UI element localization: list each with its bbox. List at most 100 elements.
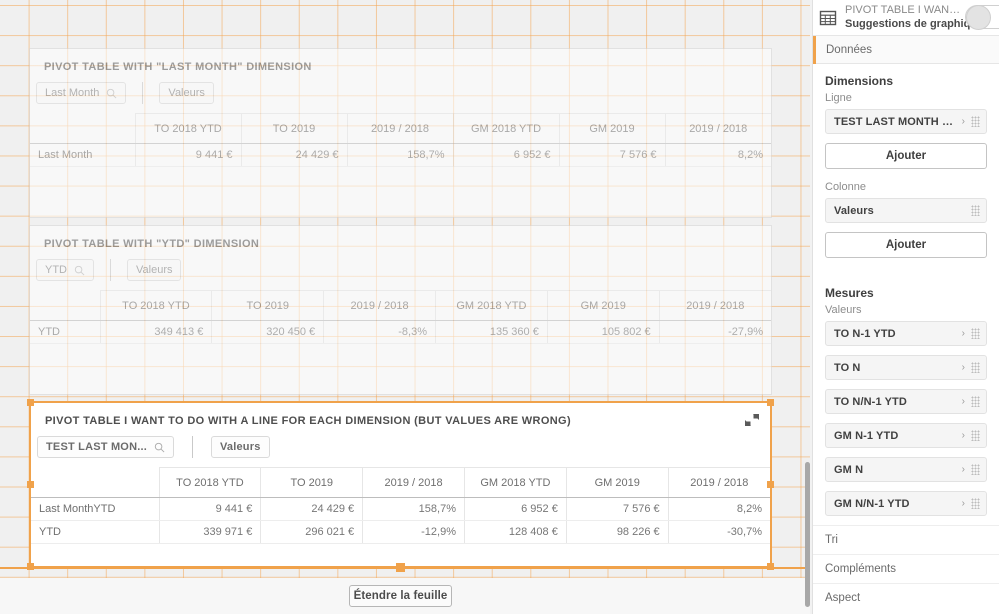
chevron-right-icon[interactable]: › — [960, 362, 971, 373]
column-header[interactable]: TO 2018 YTD — [134, 113, 241, 144]
chevron-right-icon[interactable]: › — [960, 116, 971, 127]
dimension-field-ligne[interactable]: TEST LAST MONTH & YTD › — [825, 109, 987, 134]
sheet-resize-handle[interactable] — [396, 563, 405, 572]
pivot-table-2[interactable]: TO 2018 YTD TO 2019 2019 / 2018 GM 2018 … — [30, 290, 771, 344]
search-icon[interactable] — [106, 88, 117, 99]
chevron-right-icon[interactable]: › — [960, 498, 971, 509]
accordion-item-tri[interactable]: Tri — [813, 525, 999, 554]
chart-suggestions-toggle[interactable] — [965, 5, 999, 30]
panel-scrollbar[interactable] — [805, 462, 810, 607]
pivot-object-3[interactable]: PIVOT TABLE I WANT TO DO WITH A LINE FOR… — [27, 399, 774, 570]
column-header[interactable]: GM 2018 YTD — [434, 290, 548, 321]
column-header[interactable]: TO 2018 YTD — [99, 290, 212, 321]
column-dimension-pill-2[interactable]: Valeurs — [127, 259, 182, 281]
extend-sheet-button[interactable]: Étendre la feuille — [349, 585, 452, 607]
resize-handle-bottom-right[interactable] — [767, 563, 774, 570]
drag-handle-icon[interactable] — [971, 205, 980, 216]
column-header[interactable]: GM 2019 — [546, 290, 660, 321]
add-dimension-ligne-button[interactable]: Ajouter — [825, 143, 987, 169]
properties-panel[interactable]: PIVOT TABLE I WANT TO... Suggestions de … — [812, 0, 999, 614]
row-dimension-pill-1[interactable]: Last Month — [36, 82, 127, 104]
drag-handle-icon[interactable] — [971, 464, 980, 475]
pivot-object-1[interactable]: PIVOT TABLE WITH "LAST MONTH" DIMENSION … — [29, 48, 772, 218]
measure-field-0[interactable]: TO N-1 YTD › — [825, 321, 987, 346]
column-header[interactable]: 2019 / 2018 — [362, 467, 465, 498]
row-dimension-pill-3[interactable]: TEST LAST MON... — [37, 436, 174, 458]
column-header[interactable]: 2019 / 2018 — [658, 290, 771, 321]
table-cell: 8,2% — [667, 497, 770, 521]
measure-field-2[interactable]: TO N/N-1 YTD › — [825, 389, 987, 414]
pivot-object-2[interactable]: PIVOT TABLE WITH "YTD" DIMENSION YTD Val… — [29, 225, 772, 395]
measure-field-1-label: TO N — [834, 361, 861, 374]
column-header[interactable]: 2019 / 2018 — [664, 113, 771, 144]
row-header[interactable]: YTD — [31, 520, 159, 544]
column-dimension-pill-3[interactable]: Valeurs — [210, 436, 270, 458]
table-cell: 7 576 € — [565, 497, 669, 521]
pivot-table-1[interactable]: TO 2018 YTD TO 2019 2019 / 2018 GM 2018 … — [30, 113, 771, 167]
measure-field-3[interactable]: GM N-1 YTD › — [825, 423, 987, 448]
table-cell: 296 021 € — [260, 520, 363, 544]
chevron-right-icon[interactable]: › — [960, 430, 971, 441]
search-icon[interactable] — [74, 265, 85, 276]
column-header[interactable]: 2019 / 2018 — [346, 113, 453, 144]
column-header[interactable]: TO 2019 — [240, 113, 347, 144]
measure-field-5[interactable]: GM N/N-1 YTD › — [825, 491, 987, 516]
expand-icon[interactable] — [744, 412, 760, 428]
column-header[interactable]: GM 2018 YTD — [452, 113, 559, 144]
chevron-right-icon[interactable]: › — [960, 328, 971, 339]
row-dimension-pill-2[interactable]: YTD — [36, 259, 94, 281]
column-header[interactable]: GM 2019 — [558, 113, 665, 144]
chevron-right-icon[interactable]: › — [960, 464, 971, 475]
drag-handle-icon[interactable] — [971, 430, 980, 441]
resize-handle-middle-left[interactable] — [27, 480, 34, 488]
object-3-dimension-pills: TEST LAST MON... Valeurs — [31, 427, 770, 467]
add-dimension-colonne-button[interactable]: Ajouter — [825, 232, 987, 258]
table-row[interactable]: Last Month 9 441 € 24 429 € 158,7% 6 952… — [30, 143, 771, 167]
column-header[interactable]: 2019 / 2018 — [323, 290, 436, 321]
tab-donnees[interactable]: Données — [813, 35, 999, 64]
resize-handle-top-left[interactable] — [27, 399, 34, 406]
drag-handle-icon[interactable] — [971, 116, 980, 127]
column-header[interactable]: TO 2019 — [211, 290, 324, 321]
table-cell: 8,2% — [664, 143, 771, 167]
measure-field-4[interactable]: GM N › — [825, 457, 987, 482]
drag-handle-icon[interactable] — [971, 362, 980, 373]
accordion-item-aspect[interactable]: Aspect — [813, 583, 999, 612]
resize-handle-top-right[interactable] — [767, 399, 774, 406]
search-icon[interactable] — [154, 442, 165, 453]
column-header[interactable]: 2019 / 2018 — [667, 467, 770, 498]
pivot-table-3[interactable]: TO 2018 YTD TO 2019 2019 / 2018 GM 2018 … — [31, 467, 770, 544]
drag-handle-icon[interactable] — [971, 328, 980, 339]
drag-handle-icon[interactable] — [971, 498, 980, 509]
measure-field-3-label: GM N-1 YTD — [834, 429, 899, 442]
column-dimension-pill-1[interactable]: Valeurs — [159, 82, 214, 104]
table-cell: -27,9% — [658, 320, 771, 344]
row-header[interactable]: YTD — [30, 320, 100, 344]
table-cell: -12,9% — [362, 520, 465, 544]
column-dimension-label-1: Valeurs — [168, 87, 205, 99]
row-header[interactable]: Last Month — [30, 143, 135, 167]
table-row[interactable]: Last MonthYTD 9 441 € 24 429 € 158,7% 6 … — [31, 497, 770, 521]
accordion-item-complements[interactable]: Compléments — [813, 554, 999, 583]
table-row[interactable]: YTD 349 413 € 320 450 € -8,3% 135 360 € … — [30, 320, 771, 344]
measure-field-2-label: TO N/N-1 YTD — [834, 395, 907, 408]
table-cell: 9 441 € — [158, 497, 261, 521]
drag-handle-icon[interactable] — [971, 396, 980, 407]
chevron-right-icon[interactable]: › — [960, 396, 971, 407]
panel-header-text: PIVOT TABLE I WANT TO... Suggestions de … — [845, 4, 983, 32]
resize-handle-bottom-left[interactable] — [27, 563, 34, 570]
object-3-title: PIVOT TABLE I WANT TO DO WITH A LINE FOR… — [45, 415, 571, 427]
table-row[interactable]: YTD 339 971 € 296 021 € -12,9% 128 408 €… — [31, 520, 770, 544]
table-cell: 6 952 € — [463, 497, 567, 521]
sheet-canvas[interactable]: PIVOT TABLE WITH "LAST MONTH" DIMENSION … — [0, 0, 810, 578]
row-header[interactable]: Last MonthYTD — [31, 497, 159, 521]
pill-divider — [110, 259, 111, 281]
column-header[interactable]: GM 2018 YTD — [463, 467, 567, 498]
column-header[interactable]: TO 2018 YTD — [158, 467, 261, 498]
resize-handle-middle-right[interactable] — [767, 480, 774, 488]
table-corner-cell — [30, 290, 100, 321]
column-header[interactable]: GM 2019 — [565, 467, 669, 498]
dimension-field-colonne[interactable]: Valeurs — [825, 198, 987, 223]
column-header[interactable]: TO 2019 — [260, 467, 363, 498]
measure-field-1[interactable]: TO N › — [825, 355, 987, 380]
